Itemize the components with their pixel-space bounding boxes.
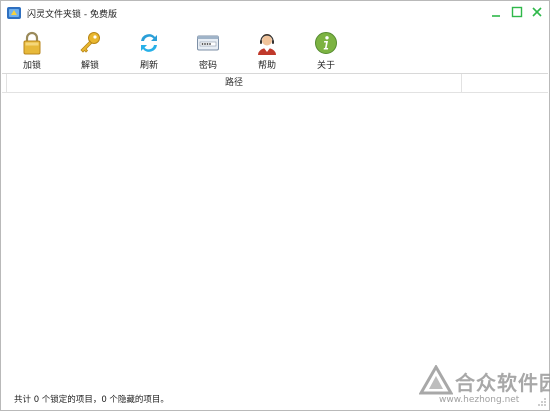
- watermark-logo-icon: [419, 365, 453, 395]
- key-icon: [80, 32, 100, 53]
- support-agent-icon: [258, 34, 276, 55]
- password-button[interactable]: 密码: [188, 31, 228, 73]
- watermark-url: www.hezhong.net: [439, 395, 520, 405]
- lock-label: 加锁: [22, 61, 41, 71]
- column-header-path[interactable]: 路径: [7, 74, 462, 92]
- info-icon: [315, 32, 337, 54]
- unlock-button[interactable]: 解锁: [70, 31, 110, 73]
- about-label: 关于: [316, 61, 335, 71]
- help-label: 帮助: [257, 61, 276, 71]
- title-bar[interactable]: 闪灵文件夹锁 - 免费版: [1, 1, 549, 25]
- status-text: 共计 0 个锁定的项目，0 个隐藏的项目。: [14, 395, 169, 405]
- close-button[interactable]: [530, 5, 544, 19]
- window-title: 闪灵文件夹锁 - 免费版: [27, 10, 117, 20]
- toolbar: 加锁 解锁 刷新 密码 帮助 关于: [1, 25, 549, 73]
- app-window: 闪灵文件夹锁 - 免费版 加锁 解锁 刷新 密码 帮助 关于 路径 共计 0 个…: [0, 0, 550, 411]
- password-card-icon: [197, 35, 219, 51]
- column-trailing: [462, 74, 548, 92]
- maximize-button[interactable]: [510, 5, 524, 19]
- locked-items-list[interactable]: 路径: [2, 73, 548, 386]
- refresh-icon: [141, 34, 157, 52]
- lock-button[interactable]: 加锁: [12, 31, 52, 73]
- minimize-icon: [492, 15, 500, 17]
- about-button[interactable]: 关于: [306, 31, 346, 73]
- help-button[interactable]: 帮助: [247, 31, 287, 73]
- list-header: 路径: [2, 74, 548, 93]
- refresh-button[interactable]: 刷新: [129, 31, 169, 73]
- watermark: 合众软件园 www.hezhong.net: [419, 363, 550, 409]
- unlock-label: 解锁: [80, 61, 99, 71]
- password-label: 密码: [198, 61, 217, 71]
- list-body[interactable]: [2, 93, 548, 386]
- refresh-label: 刷新: [139, 61, 158, 71]
- minimize-button[interactable]: [489, 5, 503, 19]
- padlock-icon: [23, 31, 41, 55]
- app-logo-icon: [7, 7, 21, 19]
- maximize-icon: [511, 6, 523, 18]
- close-icon: [532, 7, 542, 17]
- watermark-brand: 合众软件园: [455, 371, 550, 395]
